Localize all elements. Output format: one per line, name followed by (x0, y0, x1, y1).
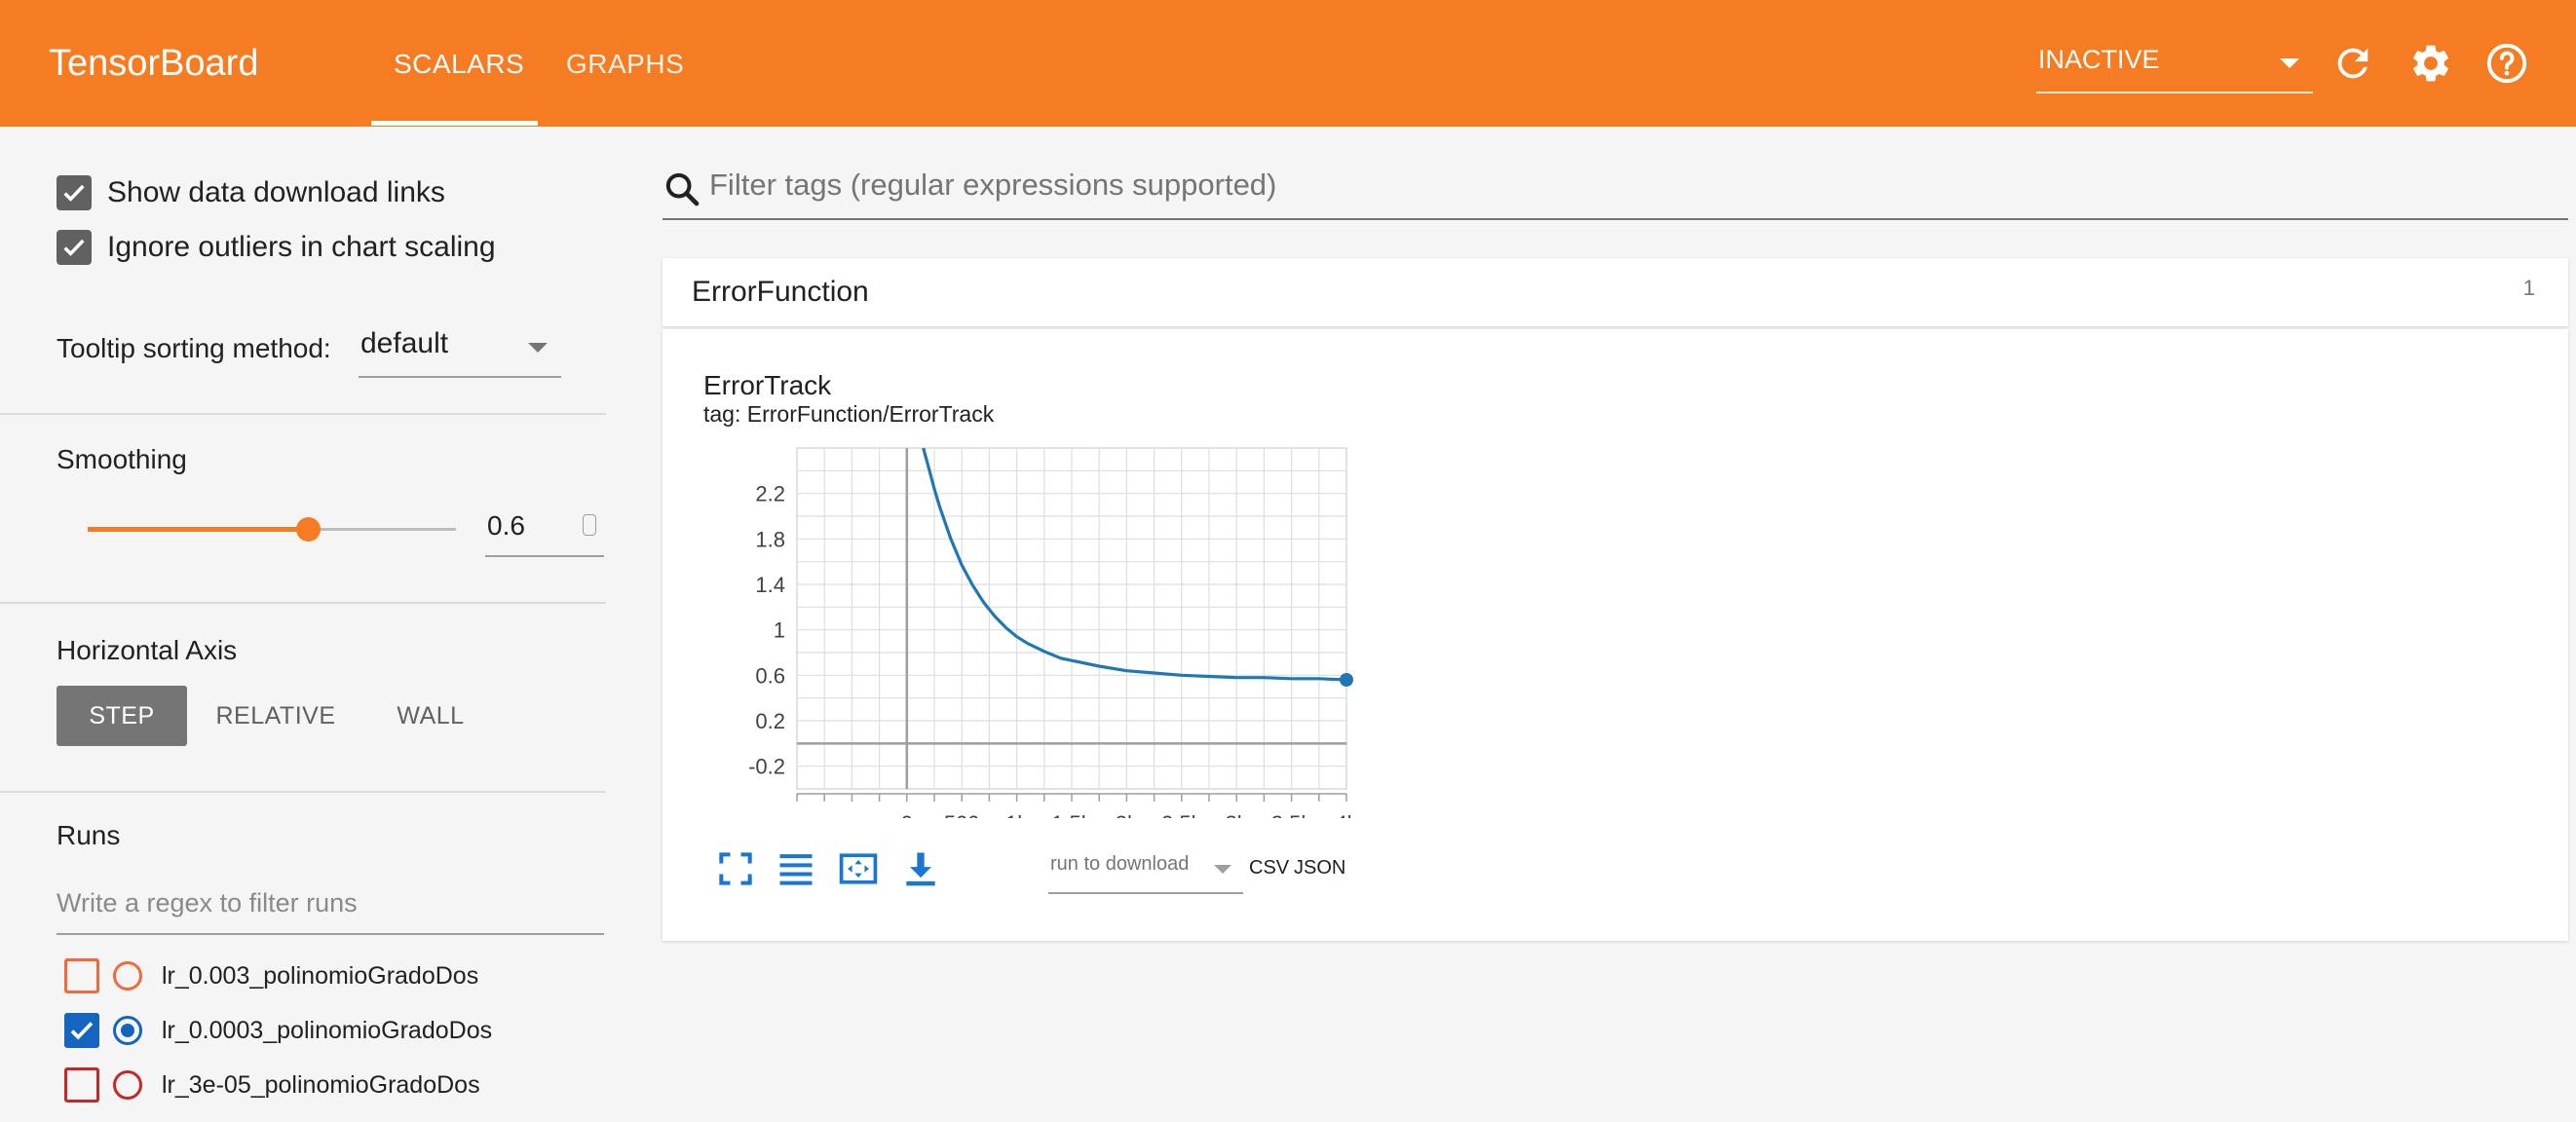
smoothing-input[interactable]: 0.6 (485, 497, 604, 557)
run-filter-placeholder: Write a regex to filter runs (57, 888, 358, 917)
checkbox-checked (57, 175, 92, 210)
chevron-down-icon (1214, 865, 1231, 874)
run-status-value: INACTIVE (2038, 45, 2160, 74)
run-item[interactable]: lr_0.003_polinomioGradoDos (64, 956, 478, 995)
smoothing-value: 0.6 (487, 510, 525, 541)
run-radio[interactable] (113, 961, 142, 991)
tab-scalars[interactable]: SCALARS (394, 49, 524, 80)
tag-filter-input[interactable]: Filter tags (regular expressions support… (663, 156, 2568, 220)
run-download-dropdown[interactable]: run to download (1048, 843, 1243, 894)
tooltip-sorting-row: Tooltip sorting method: default (57, 312, 563, 380)
tooltip-sorting-label: Tooltip sorting method: (57, 333, 331, 363)
tag-group-name: ErrorFunction (692, 276, 869, 308)
checkbox-checked (57, 230, 92, 265)
download-icon[interactable] (899, 847, 942, 890)
x-tick-label: 2k (1116, 811, 1139, 818)
x-tick-label: 0 (901, 811, 913, 818)
run-label: lr_0.003_polinomioGradoDos (162, 961, 479, 990)
tag-filter-placeholder: Filter tags (regular expressions support… (709, 168, 1277, 202)
x-tick-label: 500 (944, 811, 980, 818)
y-tick-label: -0.2 (748, 755, 785, 779)
run-label: lr_3e-05_polinomioGradoDos (162, 1070, 480, 1099)
chevron-down-icon (528, 343, 548, 353)
scalar-chart[interactable]: 0 500 1k 1.5k 2k 2.5k 3k 3.5k 4k -0.2 0.2 0.6 1 1.4 1.… (682, 438, 1364, 818)
ignore-outliers-checkbox[interactable]: Ignore outliers in chart scaling (57, 228, 496, 267)
x-tick-label: 1.5k (1051, 811, 1093, 818)
refresh-icon[interactable] (2330, 41, 2375, 86)
chart-tag: tag: ErrorFunction/ErrorTrack (703, 401, 995, 427)
y-tick-label: 1.8 (755, 527, 785, 551)
help-icon[interactable] (2484, 41, 2529, 86)
divider (0, 602, 606, 604)
radio-dot (121, 1024, 134, 1037)
checkbox-label: Show data download links (107, 176, 445, 208)
x-tick-label: 3.5k (1271, 811, 1313, 818)
run-checkbox[interactable] (64, 958, 99, 993)
chart-title: ErrorTrack (703, 370, 832, 400)
active-tab-indicator (371, 121, 538, 126)
y-tick-label: 0.6 (755, 663, 785, 688)
fullscreen-icon[interactable] (714, 847, 757, 890)
tag-group-header[interactable]: ErrorFunction 1 (663, 258, 2568, 326)
fit-domain-icon[interactable] (837, 847, 880, 890)
sidebar: Show data download links Ignore outliers… (0, 127, 606, 1122)
divider (0, 413, 606, 415)
series-last-point (1340, 673, 1353, 687)
x-tick-label: 2.5k (1161, 811, 1203, 818)
y-tick-label: 1 (774, 618, 785, 643)
divider (0, 791, 606, 793)
download-json-link[interactable]: JSON (1294, 857, 1345, 879)
run-item[interactable]: lr_0.0003_polinomioGradoDos (64, 1011, 492, 1050)
tab-graphs[interactable]: GRAPHS (566, 49, 684, 80)
run-radio[interactable] (113, 1016, 142, 1045)
tag-group-count: 1 (2522, 276, 2535, 300)
run-download-placeholder: run to download (1050, 853, 1190, 875)
run-checkbox[interactable] (64, 1067, 99, 1103)
chevron-down-icon (2280, 58, 2299, 68)
x-tick-label: 3k (1226, 811, 1249, 818)
smoothing-title: Smoothing (57, 444, 187, 474)
run-status-dropdown[interactable]: INACTIVE (2036, 37, 2313, 94)
horizontal-axis-title: Horizontal Axis (57, 635, 238, 665)
smoothing-slider-fill (88, 527, 308, 532)
axis-step-button[interactable]: STEP (57, 686, 187, 746)
download-csv-link[interactable]: CSV (1249, 857, 1289, 879)
x-tick-label: 1k (1005, 811, 1029, 818)
run-filter-input[interactable]: Write a regex to filter runs (57, 877, 604, 935)
axis-wall-button[interactable]: WALL (362, 686, 499, 746)
toggle-log-scale-icon[interactable] (775, 847, 817, 890)
search-icon (665, 172, 700, 206)
tooltip-sorting-dropdown[interactable]: default (359, 312, 561, 378)
run-label: lr_0.0003_polinomioGradoDos (162, 1016, 493, 1044)
run-item[interactable]: lr_3e-05_polinomioGradoDos (64, 1066, 480, 1104)
top-app-bar: TensorBoard SCALARS GRAPHS INACTIVE (0, 0, 2576, 127)
checkbox-label: Ignore outliers in chart scaling (107, 231, 496, 263)
tooltip-sorting-value: default (360, 327, 449, 359)
spinner-icon[interactable] (583, 514, 596, 536)
show-download-links-checkbox[interactable]: Show data download links (57, 173, 445, 212)
axis-relative-button[interactable]: RELATIVE (207, 686, 345, 746)
y-tick-label: 0.2 (755, 709, 785, 733)
run-checkbox[interactable] (64, 1013, 99, 1048)
app-brand: TensorBoard (49, 43, 259, 84)
settings-gear-icon[interactable] (2408, 41, 2453, 86)
runs-title: Runs (57, 820, 121, 850)
run-radio[interactable] (113, 1070, 142, 1100)
smoothing-slider-knob[interactable] (296, 517, 321, 542)
y-tick-label: 1.4 (755, 573, 785, 597)
y-tick-label: 2.2 (755, 482, 785, 506)
x-tick-label: 4k (1335, 811, 1358, 818)
